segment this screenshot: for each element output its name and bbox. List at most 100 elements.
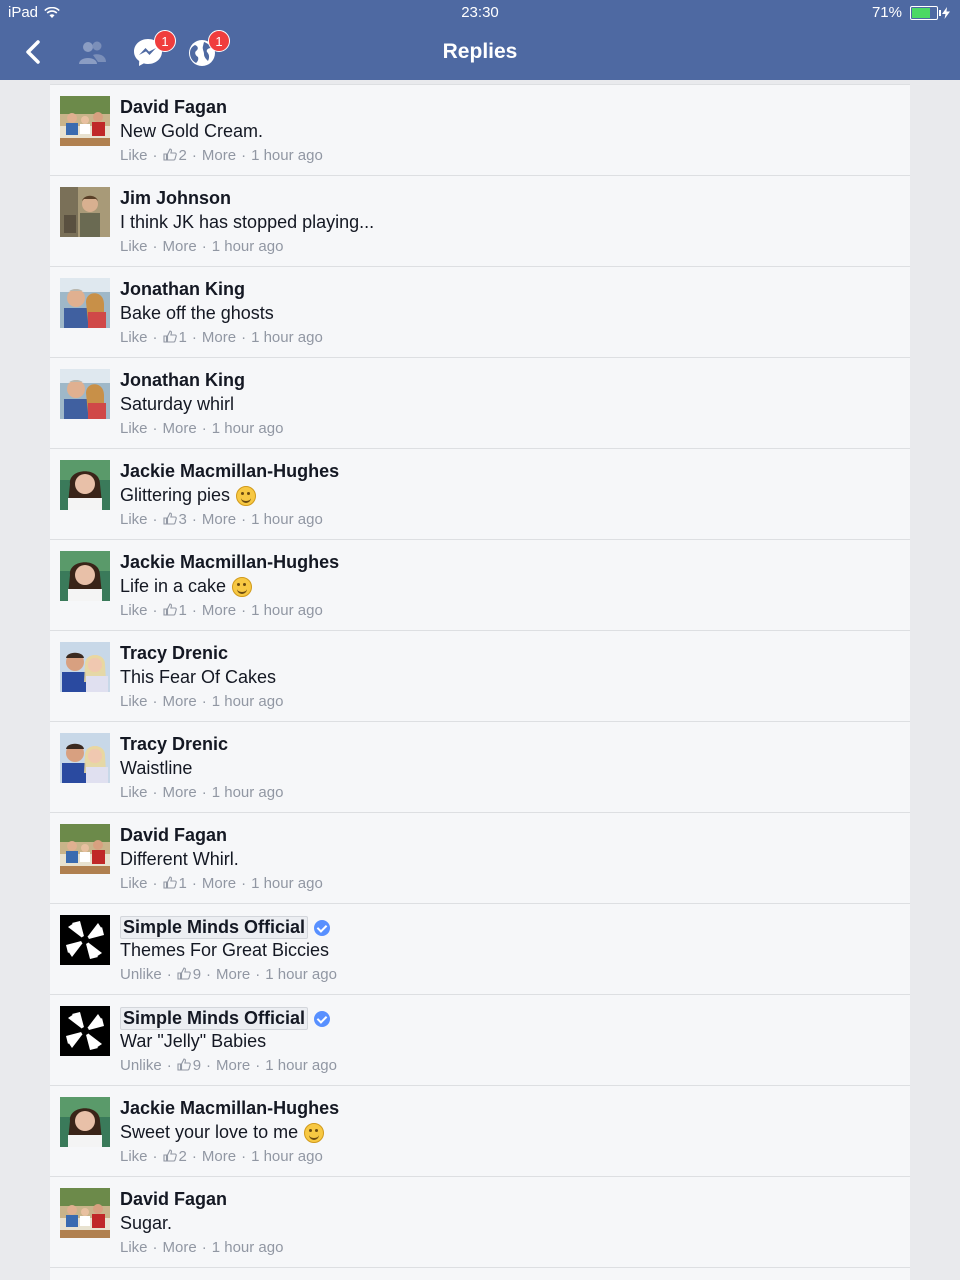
like-count[interactable]: 9 (177, 1057, 201, 1074)
avatar[interactable] (60, 96, 110, 146)
avatar[interactable] (60, 1006, 110, 1056)
separator: · (152, 147, 158, 164)
avatar[interactable] (60, 1097, 110, 1147)
like-link[interactable]: Like (120, 511, 148, 528)
like-count[interactable]: 3 (162, 511, 187, 528)
separator: · (152, 238, 158, 255)
timestamp[interactable]: 1 hour ago (251, 511, 323, 528)
like-link[interactable]: Unlike (120, 1057, 162, 1074)
like-link[interactable]: Like (120, 875, 148, 892)
more-link[interactable]: More (202, 1148, 236, 1165)
charging-icon (942, 6, 950, 19)
more-link[interactable]: More (202, 875, 236, 892)
timestamp[interactable]: 1 hour ago (212, 693, 284, 710)
author-name[interactable]: Jonathan King (120, 370, 245, 391)
comment-text: Saturday whirl (120, 394, 235, 414)
more-link[interactable]: More (202, 147, 236, 164)
like-count-icon (177, 1058, 191, 1071)
author-name[interactable]: Jackie Macmillan-Hughes (120, 461, 339, 482)
timestamp[interactable]: 1 hour ago (251, 602, 323, 619)
timestamp[interactable]: 1 hour ago (251, 875, 323, 892)
like-count[interactable]: 9 (177, 966, 201, 983)
separator: · (152, 602, 158, 619)
author-name[interactable]: Jim Johnson (120, 188, 231, 209)
avatar[interactable] (60, 278, 110, 328)
like-link[interactable]: Like (120, 693, 148, 710)
like-count[interactable]: 1 (162, 875, 187, 892)
separator: · (191, 1148, 197, 1165)
author-name[interactable]: David Fagan (120, 1189, 227, 1210)
like-link[interactable]: Unlike (120, 966, 162, 983)
avatar[interactable] (60, 460, 110, 510)
comment-text: New Gold Cream. (120, 121, 264, 141)
timestamp[interactable]: 1 hour ago (251, 329, 323, 346)
like-link[interactable]: Like (120, 784, 148, 801)
like-link[interactable]: Like (120, 1148, 148, 1165)
more-link[interactable]: More (163, 784, 197, 801)
more-link[interactable]: More (202, 602, 236, 619)
separator: · (255, 1057, 261, 1074)
more-link[interactable]: More (163, 238, 197, 255)
timestamp[interactable]: 1 hour ago (212, 420, 284, 437)
author-name[interactable]: Tracy Drenic (120, 643, 228, 664)
avatar[interactable] (60, 733, 110, 783)
avatar[interactable] (60, 824, 110, 874)
like-count-value: 1 (178, 329, 187, 346)
timestamp[interactable]: 1 hour ago (212, 238, 284, 255)
comment-text-line: Glittering pies (120, 485, 257, 506)
author-name[interactable]: David Fagan (120, 97, 227, 118)
avatar[interactable] (60, 551, 110, 601)
author-name[interactable]: Simple Minds Official (120, 916, 309, 939)
like-count-icon (162, 1149, 177, 1162)
like-link[interactable]: Like (120, 420, 148, 437)
more-link[interactable]: More (202, 329, 236, 346)
author-name[interactable]: Jonathan King (120, 279, 245, 300)
author-name[interactable]: David Fagan (120, 825, 227, 846)
author-name[interactable]: Simple Minds Official (120, 1007, 309, 1030)
more-link[interactable]: More (163, 420, 197, 437)
avatar[interactable] (60, 642, 110, 692)
reply-row: Jackie Macmillan-Hughes Glittering pies Li… (50, 449, 910, 540)
page-title: Replies (442, 40, 518, 63)
like-link[interactable]: Like (120, 147, 148, 164)
avatar[interactable] (60, 1188, 110, 1238)
more-link[interactable]: More (216, 1057, 250, 1074)
timestamp[interactable]: 1 hour ago (212, 784, 284, 801)
status-right: 71% (872, 4, 950, 21)
separator: · (191, 329, 197, 346)
like-link[interactable]: Like (120, 1239, 148, 1256)
more-link[interactable]: More (216, 966, 250, 983)
more-link[interactable]: More (163, 1239, 197, 1256)
like-count[interactable]: 1 (162, 329, 187, 346)
like-link[interactable]: Like (120, 238, 148, 255)
reply-row: Jackie Macmillan-Hughes Life in a cake Lik… (50, 540, 910, 631)
like-count[interactable]: 2 (162, 147, 187, 164)
more-link[interactable]: More (202, 511, 236, 528)
separator: · (152, 784, 158, 801)
avatar[interactable] (60, 915, 110, 965)
reply-row: David Fagan Different Whirl. Like · 1 · More · 1… (50, 813, 910, 904)
separator: · (241, 329, 247, 346)
timestamp[interactable]: 1 hour ago (265, 1057, 337, 1074)
comment-text: Bake off the ghosts (120, 303, 274, 323)
timestamp[interactable]: 1 hour ago (251, 147, 323, 164)
separator: · (201, 1239, 207, 1256)
author-name[interactable]: Jackie Macmillan-Hughes (120, 1098, 339, 1119)
reply-row: David Fagan New Gold Cream. Like · 2 · More · 1 … (50, 84, 910, 176)
author-name[interactable]: Jackie Macmillan-Hughes (120, 552, 339, 573)
avatar[interactable] (60, 187, 110, 237)
more-link[interactable]: More (163, 693, 197, 710)
comment-actions: Like · More · 1 hour ago (120, 693, 283, 710)
like-link[interactable]: Like (120, 329, 148, 346)
battery-icon (910, 5, 941, 20)
avatar[interactable] (60, 369, 110, 419)
timestamp[interactable]: 1 hour ago (212, 1239, 284, 1256)
timestamp[interactable]: 1 hour ago (251, 1148, 323, 1165)
timestamp[interactable]: 1 hour ago (265, 966, 337, 983)
like-count[interactable]: 1 (162, 602, 187, 619)
like-count[interactable]: 2 (162, 1148, 187, 1165)
separator: · (241, 875, 247, 892)
author-name[interactable]: Tracy Drenic (120, 734, 228, 755)
separator: · (152, 511, 158, 528)
like-link[interactable]: Like (120, 602, 148, 619)
